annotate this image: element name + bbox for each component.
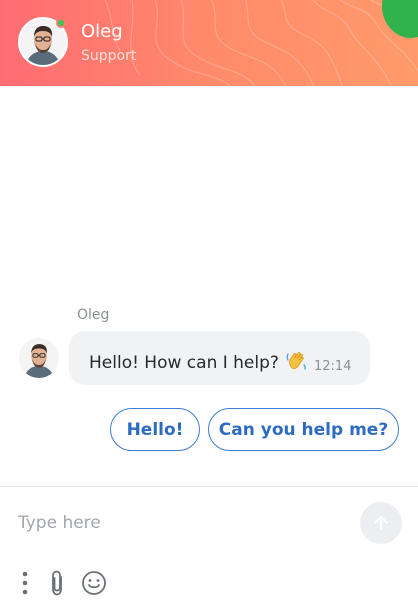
message-input[interactable] xyxy=(18,507,338,539)
quick-reply-hello[interactable]: Hello! xyxy=(110,408,200,451)
more-options-button[interactable] xyxy=(16,568,34,598)
quick-reply-can-you-help[interactable]: Can you help me? xyxy=(208,408,399,451)
arrow-up-icon xyxy=(374,515,388,531)
more-vertical-icon xyxy=(22,571,28,595)
online-status-dot xyxy=(56,18,66,28)
message-bubble: Hello! How can I help? 12:14 xyxy=(69,331,370,385)
composer-divider xyxy=(0,486,418,487)
attach-file-button[interactable] xyxy=(44,568,70,598)
send-button[interactable] xyxy=(360,502,402,544)
message-text-row: Hello! How can I help? xyxy=(89,348,309,373)
message-avatar xyxy=(19,338,59,378)
chat-widget: Oleg Support Oleg Hello! How can I help? xyxy=(0,0,418,601)
agent-role: Support xyxy=(81,48,137,64)
agent-avatar xyxy=(18,17,68,67)
message-sender-name: Oleg xyxy=(77,307,110,323)
emoji-button[interactable] xyxy=(80,568,108,598)
message-avatar-image xyxy=(19,338,59,378)
message-text: Hello! How can I help? xyxy=(89,353,279,373)
smile-icon xyxy=(82,571,106,595)
agent-name: Oleg xyxy=(81,21,123,42)
chat-header: Oleg Support xyxy=(0,0,418,86)
paperclip-icon xyxy=(52,570,62,596)
waving-hand-icon xyxy=(286,352,306,370)
message-timestamp: 12:14 xyxy=(314,359,352,374)
